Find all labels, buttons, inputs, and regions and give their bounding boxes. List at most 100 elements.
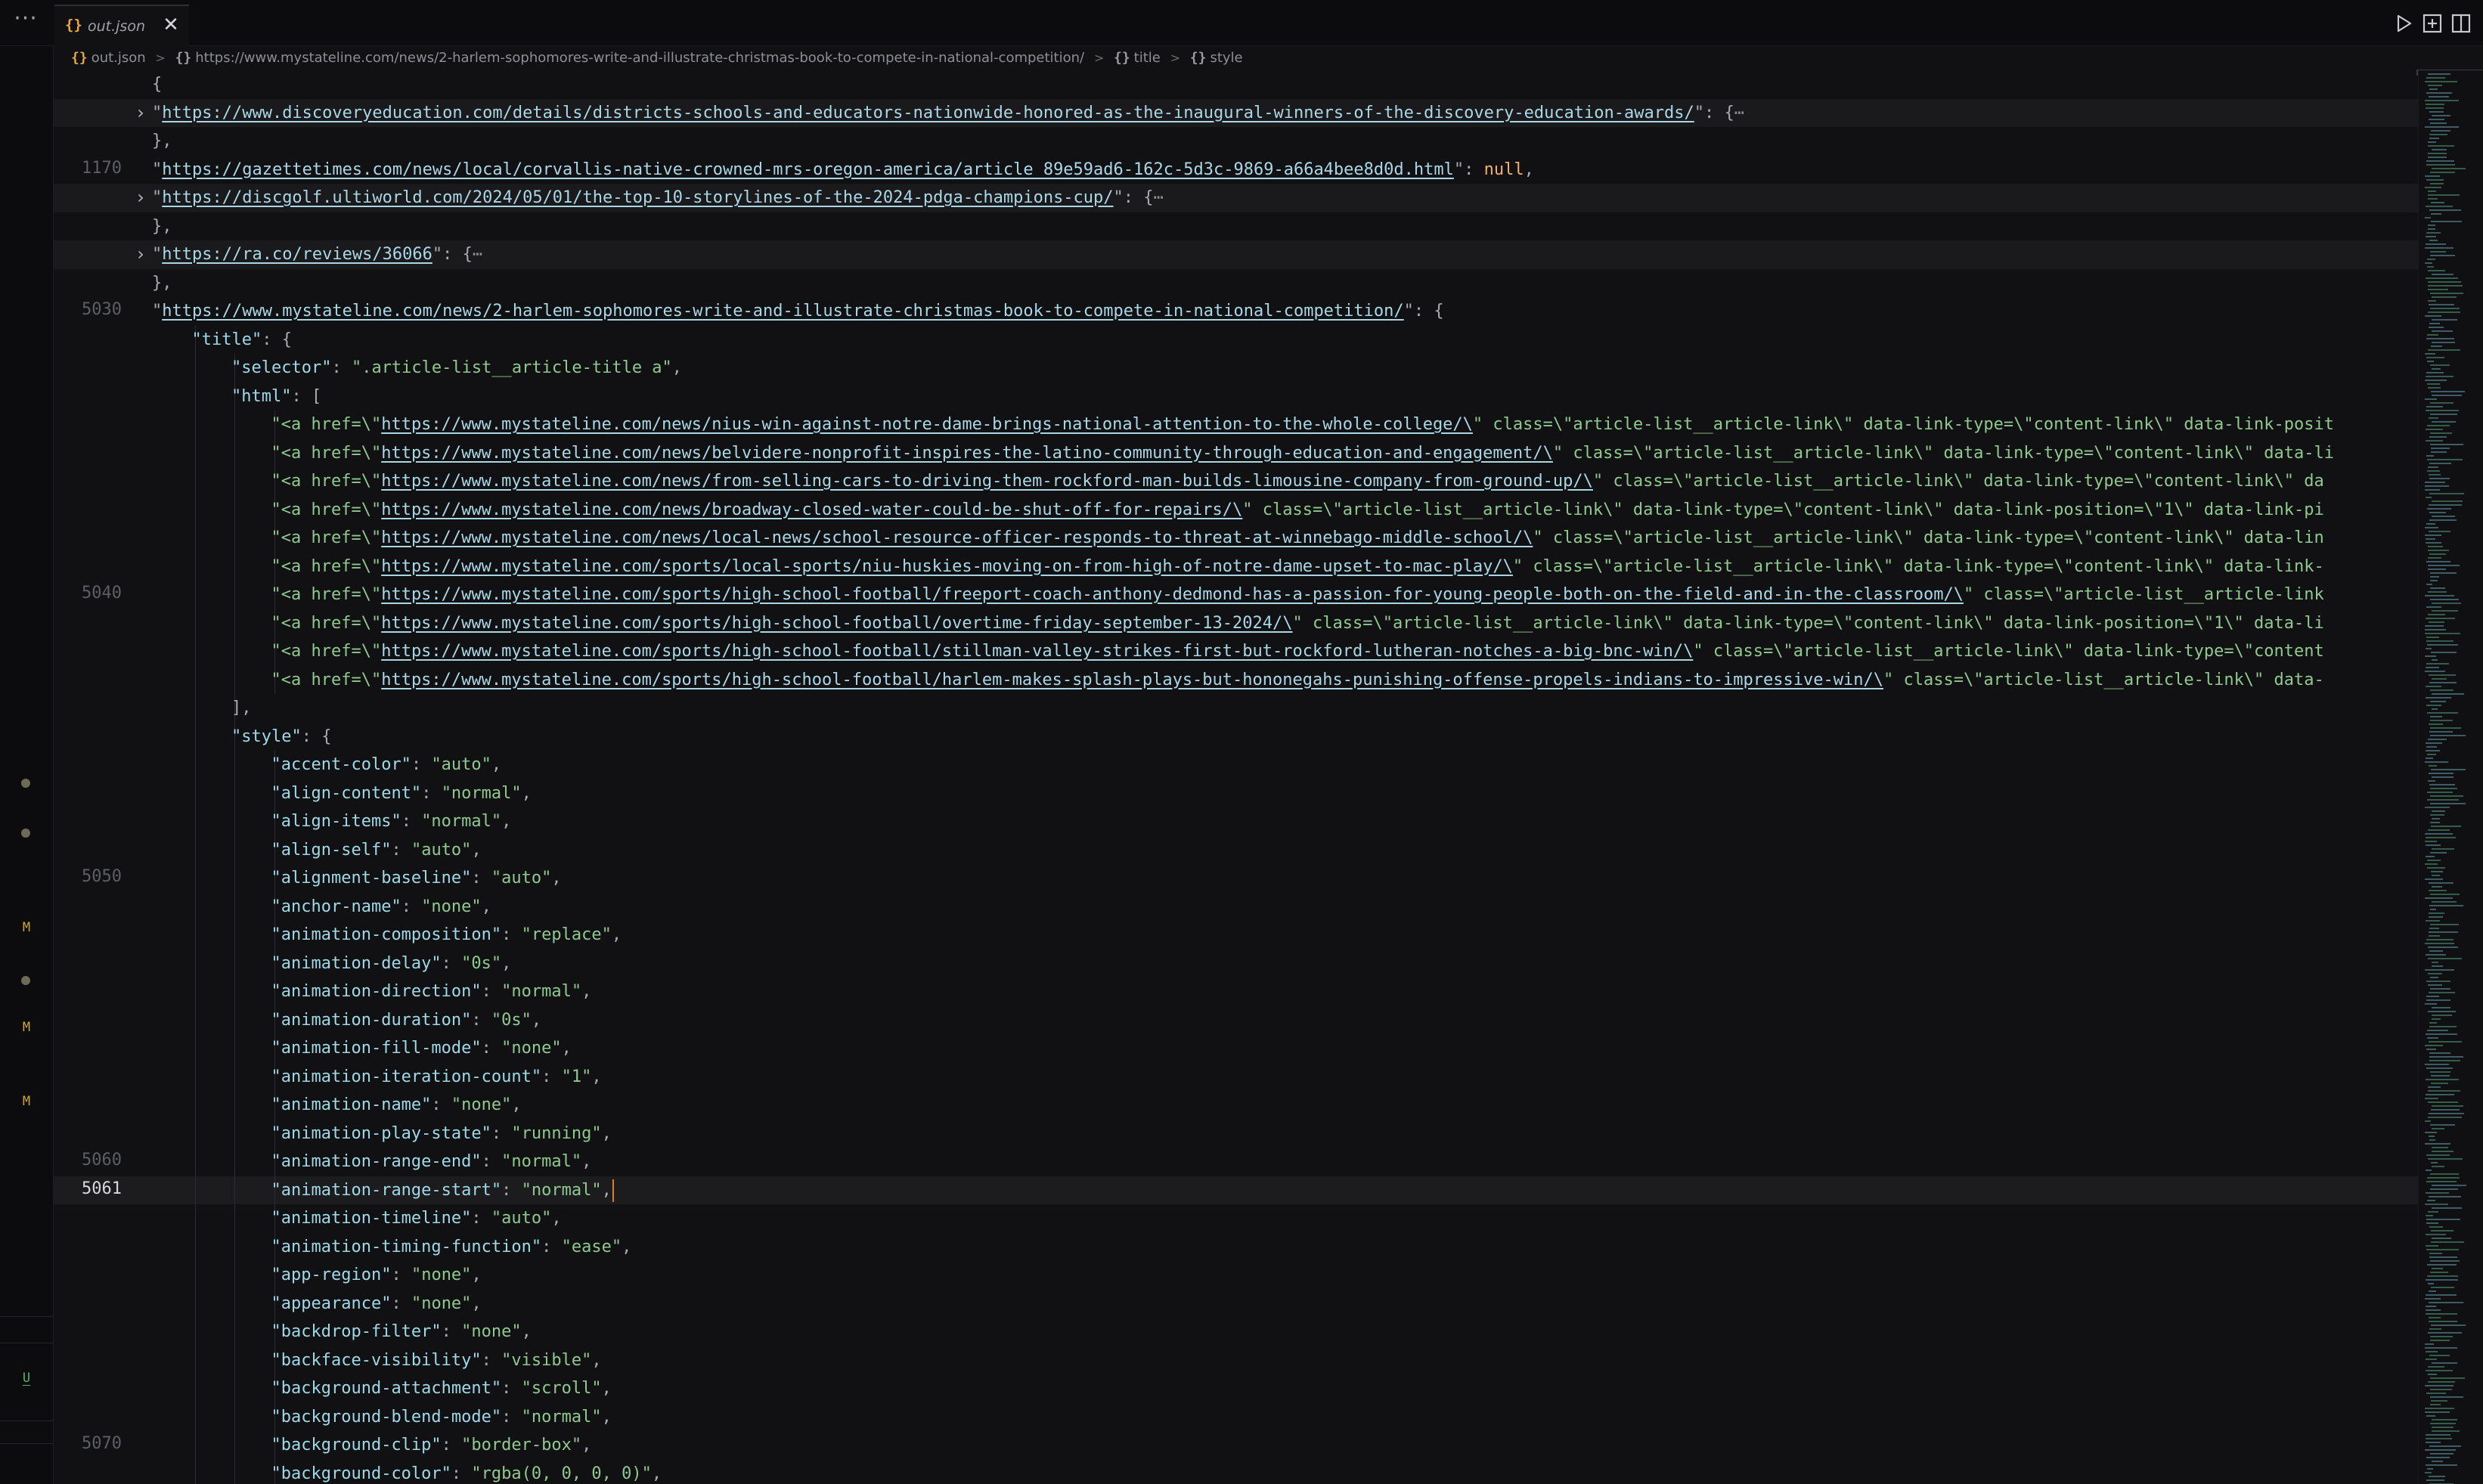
code-line[interactable]: "<a href=\"https://www.mystateline.com/s… — [54, 637, 2420, 666]
code-line[interactable]: "<a href=\"https://www.mystateline.com/s… — [54, 609, 2420, 637]
fold-chevron-right-icon[interactable]: › — [132, 101, 150, 124]
code-line[interactable]: "align-self": "auto", — [54, 835, 2420, 864]
code-line[interactable]: "<a href=\"https://www.mystateline.com/n… — [54, 495, 2420, 524]
code-line[interactable]: "title": { — [54, 325, 2420, 354]
punctuation: : — [391, 1266, 411, 1284]
url-link[interactable]: https://www.mystateline.com/news/belvide… — [381, 444, 1553, 463]
code-line[interactable]: › "https://www.discoveryeducation.com/det… — [54, 98, 2420, 127]
folded-ellipsis[interactable]: ⋯ — [1154, 188, 1164, 207]
code-line[interactable]: "background-color": "rgba(0, 0, 0, 0)", — [54, 1459, 2420, 1484]
minimap-stroke — [2430, 580, 2438, 581]
code-line[interactable]: "animation-iteration-count": "1", — [54, 1062, 2420, 1091]
more-actions-icon[interactable]: ··· — [11, 8, 41, 35]
code-line[interactable]: "<a href=\"https://www.mystateline.com/n… — [54, 438, 2420, 467]
code-line[interactable]: "<a href=\"https://www.mystateline.com/n… — [54, 467, 2420, 496]
url-link[interactable]: https://www.mystateline.com/sports/local… — [381, 557, 1513, 576]
minimap-stroke — [2432, 776, 2454, 778]
fold-chevron-right-icon[interactable]: › — [132, 243, 150, 265]
code-line[interactable]: "app-region": "none", — [54, 1261, 2420, 1290]
split-editor-icon[interactable] — [2421, 12, 2444, 35]
fold-chevron-right-icon[interactable]: › — [132, 186, 150, 209]
run-icon[interactable] — [2392, 12, 2415, 35]
code-line[interactable]: "align-content": "normal", — [54, 779, 2420, 807]
url-link[interactable]: https://www.mystateline.com/news/local-n… — [381, 528, 1533, 547]
minimap-stroke — [2431, 1230, 2454, 1232]
url-link[interactable]: https://www.discoveryeducation.com/detai… — [162, 104, 1694, 122]
minimap-stroke — [2430, 795, 2463, 797]
code-line[interactable]: "<a href=\"https://www.mystateline.com/s… — [54, 665, 2420, 694]
folded-ellipsis[interactable]: ⋯ — [473, 245, 482, 264]
code-line[interactable]: "<a href=\"https://www.mystateline.com/n… — [54, 411, 2420, 439]
code-line-current[interactable]: 5061 "animation-range-start": "normal", — [54, 1176, 2420, 1204]
code-line[interactable]: "align-items": "normal", — [54, 807, 2420, 836]
code-text: "animation-timing-function": "ease", — [271, 1236, 632, 1259]
breadcrumb-item-title[interactable]: title — [1134, 50, 1161, 66]
code-line[interactable]: "animation-play-state": "running", — [54, 1119, 2420, 1148]
code-line[interactable]: 5030 "https://www.mystateline.com/news/2-… — [54, 297, 2420, 326]
code-line[interactable]: "backface-visibility": "visible", — [54, 1346, 2420, 1374]
url-link[interactable]: https://www.mystateline.com/news/nius-wi… — [381, 415, 1473, 434]
code-line[interactable]: 5060 "animation-range-end": "normal", — [54, 1148, 2420, 1176]
code-line[interactable]: "accent-color": "auto", — [54, 751, 2420, 779]
code-line[interactable]: "selector": ".article-list__article-titl… — [54, 354, 2420, 383]
code-editor[interactable]: {› "https://www.discoveryeducation.com/de… — [54, 70, 2420, 1484]
json-key: "appearance" — [271, 1293, 392, 1313]
code-line[interactable]: "animation-direction": "normal", — [54, 977, 2420, 1006]
code-line[interactable]: "animation-name": "none", — [54, 1091, 2420, 1120]
code-line[interactable]: "html": [ — [54, 382, 2420, 411]
breadcrumb-item-url-key[interactable]: https://www.mystateline.com/news/2-harle… — [195, 50, 1084, 66]
code-line[interactable]: }, — [54, 212, 2420, 241]
minimap-stroke — [2428, 73, 2450, 75]
url-link[interactable]: https://gazettetimes.com/news/local/corv… — [162, 160, 1454, 179]
code-line[interactable]: ], — [54, 694, 2420, 723]
url-link[interactable]: https://ra.co/reviews/36066 — [162, 245, 432, 264]
json-string: "visible" — [501, 1350, 592, 1370]
code-line[interactable]: "animation-duration": "0s", — [54, 1005, 2420, 1034]
url-link[interactable]: https://www.mystateline.com/news/2-harle… — [162, 302, 1403, 321]
minimap-stroke — [2432, 1185, 2466, 1186]
code-line[interactable]: "background-attachment": "scroll", — [54, 1374, 2420, 1403]
code-line[interactable]: "animation-composition": "replace", — [54, 921, 2420, 950]
code-line[interactable]: "animation-fill-mode": "none", — [54, 1034, 2420, 1063]
minimap-stroke — [2426, 160, 2454, 162]
code-line[interactable]: "style": { — [54, 722, 2420, 751]
code-line[interactable]: "background-blend-mode": "normal", — [54, 1402, 2420, 1431]
code-line[interactable]: "animation-timing-function": "ease", — [54, 1232, 2420, 1261]
minimap-stroke — [2432, 500, 2463, 502]
code-line[interactable]: 1170 "https://gazettetimes.com/news/local… — [54, 156, 2420, 184]
breadcrumb-item-style[interactable]: style — [1210, 50, 1242, 66]
breadcrumb-file[interactable]: out.json — [91, 50, 146, 66]
code-line[interactable]: › "https://ra.co/reviews/36066": {⋯ — [54, 240, 2420, 269]
code-line[interactable]: "<a href=\"https://www.mystateline.com/n… — [54, 524, 2420, 553]
tab-out-json[interactable]: {} out.json ✕ — [54, 5, 189, 47]
minimap[interactable] — [2418, 70, 2483, 1484]
indent-guide — [234, 1148, 235, 1176]
code-line[interactable]: 5070 "background-clip": "border-box", — [54, 1431, 2420, 1460]
code-line[interactable]: "animation-timeline": "auto", — [54, 1204, 2420, 1233]
code-line[interactable]: }, — [54, 269, 2420, 298]
url-link[interactable]: https://www.mystateline.com/news/from-se… — [381, 472, 1593, 491]
url-link[interactable]: https://www.mystateline.com/sports/high-… — [381, 585, 1964, 604]
code-line[interactable]: "animation-delay": "0s", — [54, 949, 2420, 977]
code-line[interactable]: "backdrop-filter": "none", — [54, 1318, 2420, 1346]
code-line[interactable]: 5040 "<a href=\"https://www.mystateline.c… — [54, 581, 2420, 609]
url-link[interactable]: https://www.mystateline.com/sports/high-… — [381, 614, 1292, 633]
url-link[interactable]: https://www.mystateline.com/sports/high-… — [381, 671, 1883, 689]
url-link[interactable]: https://www.mystateline.com/news/broadwa… — [381, 500, 1242, 519]
toggle-panel-icon[interactable] — [2450, 12, 2472, 35]
code-line[interactable]: "appearance": "none", — [54, 1289, 2420, 1318]
code-line[interactable]: { — [54, 70, 2420, 99]
close-tab-icon[interactable]: ✕ — [160, 12, 181, 38]
code-line[interactable]: "<a href=\"https://www.mystateline.com/s… — [54, 552, 2420, 581]
minimap-stroke — [2425, 969, 2454, 971]
url-link[interactable]: https://discgolf.ultiworld.com/2024/05/0… — [162, 188, 1113, 207]
code-line[interactable]: "anchor-name": "none", — [54, 892, 2420, 921]
punctuation: : — [411, 755, 432, 774]
code-line[interactable]: › "https://discgolf.ultiworld.com/2024/05… — [54, 184, 2420, 212]
code-line[interactable]: }, — [54, 127, 2420, 156]
code-line[interactable]: 5050 "alignment-baseline": "auto", — [54, 864, 2420, 893]
minimap-stroke — [2425, 1132, 2437, 1133]
url-link[interactable]: https://www.mystateline.com/sports/high-… — [381, 642, 1693, 661]
minimap-stroke — [2427, 1264, 2457, 1266]
folded-ellipsis[interactable]: ⋯ — [1734, 104, 1744, 122]
